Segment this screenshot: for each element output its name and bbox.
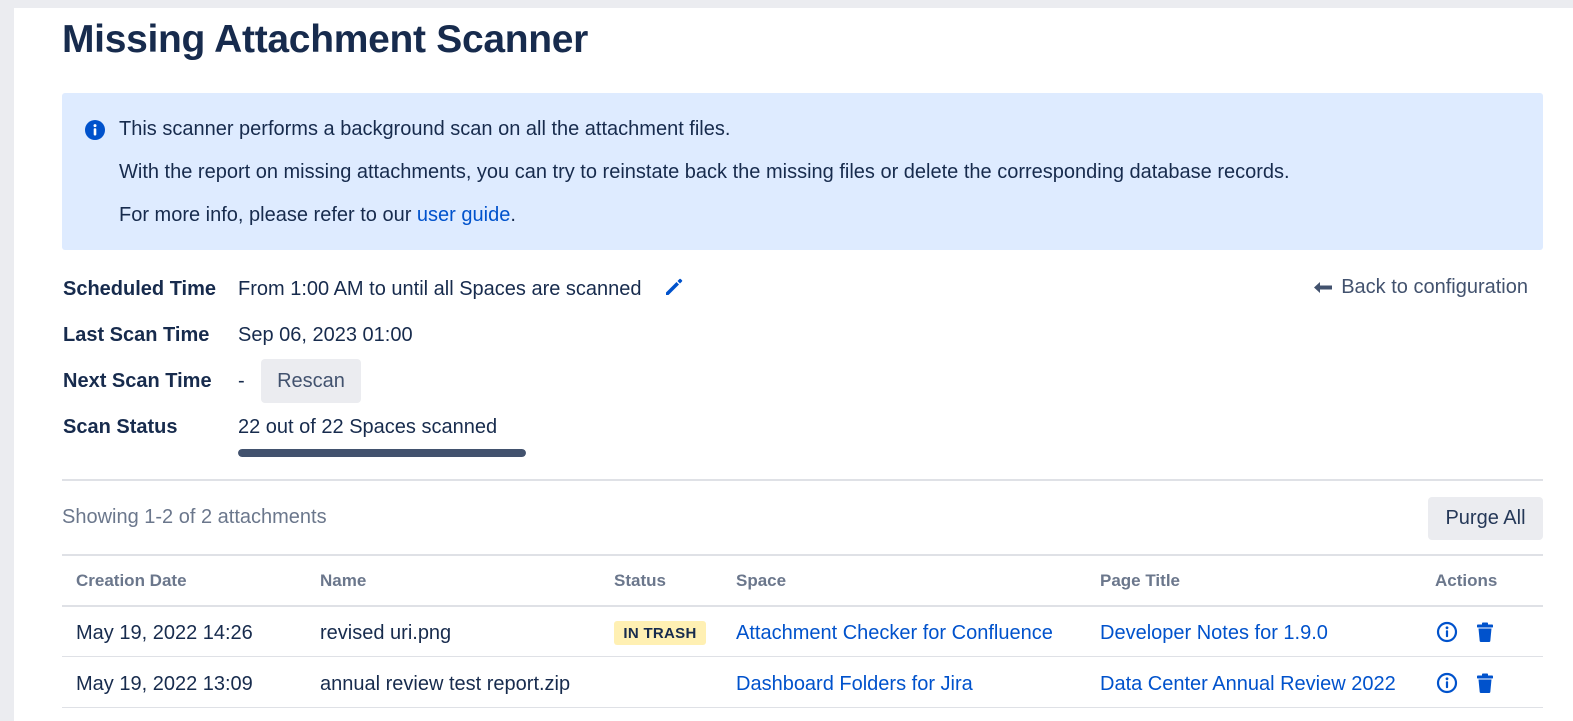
scan-status-value: 22 out of 22 Spaces scanned [238,416,498,438]
next-scan-time-label: Next Scan Time [63,370,212,392]
last-scan-time-label: Last Scan Time [63,324,210,346]
row-2-info-icon[interactable] [1436,672,1458,694]
user-guide-link[interactable]: user guide [417,204,510,226]
row-2-name: annual review test report.zip [320,673,571,695]
edit-pencil-icon[interactable] [663,276,685,298]
purge-all-button[interactable]: Purge All [1428,497,1543,540]
back-label: Back to configuration [1341,276,1528,298]
row-divider [62,656,1543,657]
info-line-3: For more info, please refer to our user … [119,204,516,227]
column-header-name[interactable]: Name [320,571,366,591]
back-to-configuration-link[interactable]: Back to configuration [1313,276,1528,299]
info-line-3-suffix: . [510,204,516,226]
column-header-actions: Actions [1435,571,1498,590]
column-header-status[interactable]: Status [614,571,666,591]
row-2-trash-icon[interactable] [1474,672,1496,694]
column-header-creation-date[interactable]: Creation Date [76,571,187,591]
info-line-1: This scanner performs a background scan … [119,118,731,140]
scheduled-time-label: Scheduled Time [63,278,217,300]
scan-progress-fill [238,449,526,457]
in-trash-status-badge: IN TRASH [614,621,706,645]
back-arrow-icon [1314,281,1333,293]
row-1-info-icon[interactable] [1436,621,1458,643]
scheduled-time-value: From 1:00 AM to until all Spaces are sca… [238,278,642,300]
info-icon [85,120,105,140]
last-scan-time-value: Sep 06, 2023 01:00 [238,324,413,346]
rescan-button[interactable]: Rescan [261,359,361,403]
results-count: Showing 1-2 of 2 attachments [62,506,327,528]
row-2-creation-date: May 19, 2022 13:09 [76,673,253,695]
row-2-space-link[interactable]: Dashboard Folders for Jira [736,673,973,696]
column-header-space[interactable]: Space [736,571,786,591]
column-header-page-title[interactable]: Page Title [1100,571,1180,591]
row-1-page-title-link[interactable]: Developer Notes for 1.9.0 [1100,622,1328,645]
row-divider [62,707,1543,708]
row-1-trash-icon[interactable] [1474,621,1496,643]
row-2-page-title-link[interactable]: Data Center Annual Review 2022 [1100,673,1396,696]
info-line-2: With the report on missing attachments, … [119,161,1290,183]
row-1-name: revised uri.png [320,622,452,644]
row-1-space-link[interactable]: Attachment Checker for Confluence [736,622,1053,645]
scan-progress-bar [238,449,526,457]
info-panel: This scanner performs a background scan … [62,93,1543,250]
section-divider [62,479,1543,481]
row-1-creation-date: May 19, 2022 14:26 [76,622,253,644]
table-top-divider [62,554,1543,556]
scan-status-label: Scan Status [63,416,178,438]
info-line-3-prefix: For more info, please refer to our [119,204,417,226]
main-card: Missing Attachment Scanner This scanner … [14,8,1573,721]
page-title: Missing Attachment Scanner [62,18,589,61]
table-header-divider [62,605,1543,607]
next-scan-time-value: - [238,370,245,392]
